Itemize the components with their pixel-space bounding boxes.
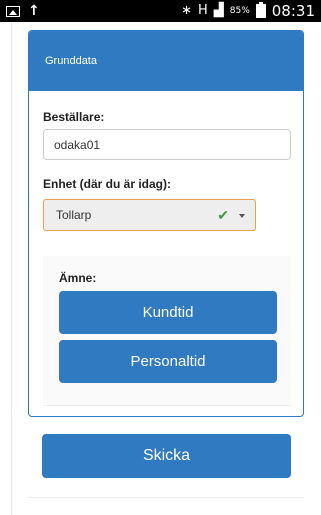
orderer-input[interactable]: [43, 129, 291, 160]
page-border: [11, 22, 12, 515]
unit-select[interactable]: Tollarp ✔: [43, 199, 256, 231]
status-right: ∗ H ▟ 85% 08:31: [181, 2, 315, 20]
network-type-icon: H: [197, 3, 208, 18]
image-notification-icon: [6, 5, 20, 17]
submit-button[interactable]: Skicka: [42, 434, 291, 478]
subject-section: Ämne: Kundtid Personaltid: [43, 256, 291, 406]
chevron-down-icon: [239, 214, 245, 218]
status-bar: ↑ ∗ H ▟ 85% 08:31: [0, 0, 321, 22]
panel-header: Grunddata: [29, 31, 303, 91]
subject-label: Ämne:: [59, 271, 97, 285]
bottom-divider: [28, 497, 304, 498]
kundtid-button[interactable]: Kundtid: [59, 291, 277, 334]
checkmark-icon: ✔: [217, 207, 229, 223]
status-left: ↑: [6, 3, 40, 19]
grunddata-panel: Grunddata Beställare: Enhet (där du är i…: [28, 30, 304, 417]
signal-icon: ▟: [213, 3, 224, 18]
unit-label: Enhet (där du är idag):: [43, 177, 172, 191]
orderer-label: Beställare:: [43, 110, 105, 124]
battery-icon: [255, 2, 266, 18]
personaltid-button[interactable]: Personaltid: [59, 340, 277, 383]
clock: 08:31: [271, 2, 315, 20]
battery-percent: 85%: [229, 6, 250, 16]
bluetooth-icon: ∗: [181, 3, 192, 18]
panel-title: Grunddata: [45, 55, 97, 67]
unit-select-value: Tollarp: [56, 208, 92, 222]
upload-icon: ↑: [28, 3, 40, 19]
